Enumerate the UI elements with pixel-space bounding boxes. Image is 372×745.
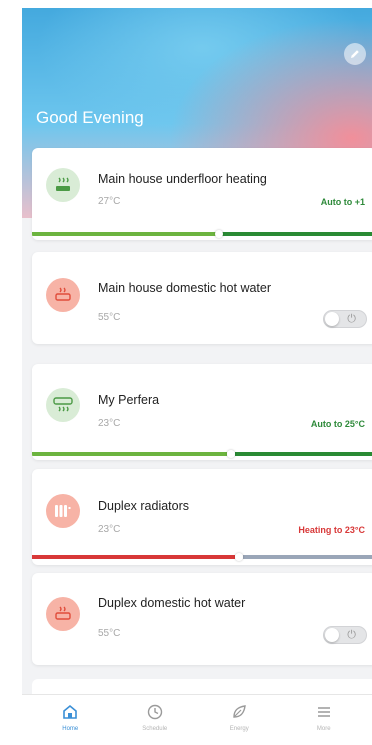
device-card-duplex-hot-water[interactable]: Duplex domestic hot water 55°C ⏻ — [32, 573, 372, 665]
tab-label: More — [316, 726, 331, 732]
slider-track — [235, 452, 372, 456]
device-card-main-hot-water[interactable]: Main house domestic hot water 55°C ⏻ — [32, 252, 372, 344]
tab-energy[interactable]: Energy — [204, 695, 274, 745]
device-title: My Perfera — [98, 393, 160, 407]
power-icon: ⏻ — [347, 313, 356, 325]
device-title: Duplex domestic hot water — [98, 596, 246, 610]
slider-fill — [32, 452, 227, 456]
slider-handle[interactable] — [227, 450, 235, 458]
device-status: Auto to 25°C — [310, 419, 365, 429]
temperature-slider[interactable] — [32, 450, 372, 458]
clock-icon — [147, 704, 162, 720]
pencil-icon — [351, 50, 359, 58]
power-icon: ⏻ — [347, 629, 356, 641]
slider-fill — [32, 232, 217, 236]
device-temperature: 27°C — [98, 196, 121, 207]
device-title: Main house domestic hot water — [98, 281, 272, 295]
slider-handle[interactable] — [215, 230, 223, 238]
temperature-slider[interactable] — [32, 553, 372, 561]
app-screen: Good Evening Main house underfloor heati… — [22, 8, 372, 745]
home-icon — [63, 704, 78, 719]
power-toggle[interactable]: ⏻ — [323, 626, 367, 644]
device-title: Main house underfloor heating — [98, 172, 267, 186]
slider-track — [243, 555, 372, 559]
tab-label: Energy — [229, 726, 249, 732]
menu-icon — [317, 707, 330, 717]
toggle-knob — [325, 628, 339, 642]
radiator-icon — [46, 494, 80, 528]
device-card-my-perfera[interactable]: My Perfera 23°C Auto to 25°C — [32, 364, 372, 460]
device-card-underfloor-heating[interactable]: Main house underfloor heating 27°C Auto … — [32, 148, 372, 240]
bottom-tab-bar: Home Schedule Energy More — [22, 694, 372, 745]
device-card-duplex-radiators[interactable]: Duplex radiators 23°C Heating to 23°C — [32, 469, 372, 565]
edit-button[interactable] — [344, 43, 366, 65]
tab-more[interactable]: More — [289, 695, 359, 745]
tab-home[interactable]: Home — [35, 695, 105, 745]
hot-water-tank-icon — [46, 278, 80, 312]
slider-track — [222, 232, 372, 236]
device-status: Heating to 23°C — [298, 525, 365, 535]
air-conditioner-icon — [46, 388, 80, 422]
device-title: Duplex radiators — [98, 499, 190, 513]
tab-schedule[interactable]: Schedule — [120, 695, 190, 745]
hot-water-tank-icon — [46, 597, 80, 631]
device-status: Auto to +1 — [320, 197, 365, 207]
leaf-icon — [233, 705, 247, 718]
underfloor-heating-icon — [46, 168, 80, 202]
device-temperature: 55°C — [98, 628, 121, 639]
greeting-title: Good Evening — [36, 108, 144, 127]
toggle-knob — [325, 312, 339, 326]
tab-label: Schedule — [142, 726, 168, 732]
slider-handle[interactable] — [235, 553, 243, 561]
temperature-slider[interactable] — [32, 230, 372, 238]
device-temperature: 23°C — [98, 418, 121, 429]
slider-fill — [32, 555, 235, 559]
tab-label: Home — [62, 726, 79, 732]
power-toggle[interactable]: ⏻ — [323, 310, 367, 328]
device-temperature: 23°C — [98, 524, 121, 535]
device-temperature: 55°C — [98, 312, 121, 323]
